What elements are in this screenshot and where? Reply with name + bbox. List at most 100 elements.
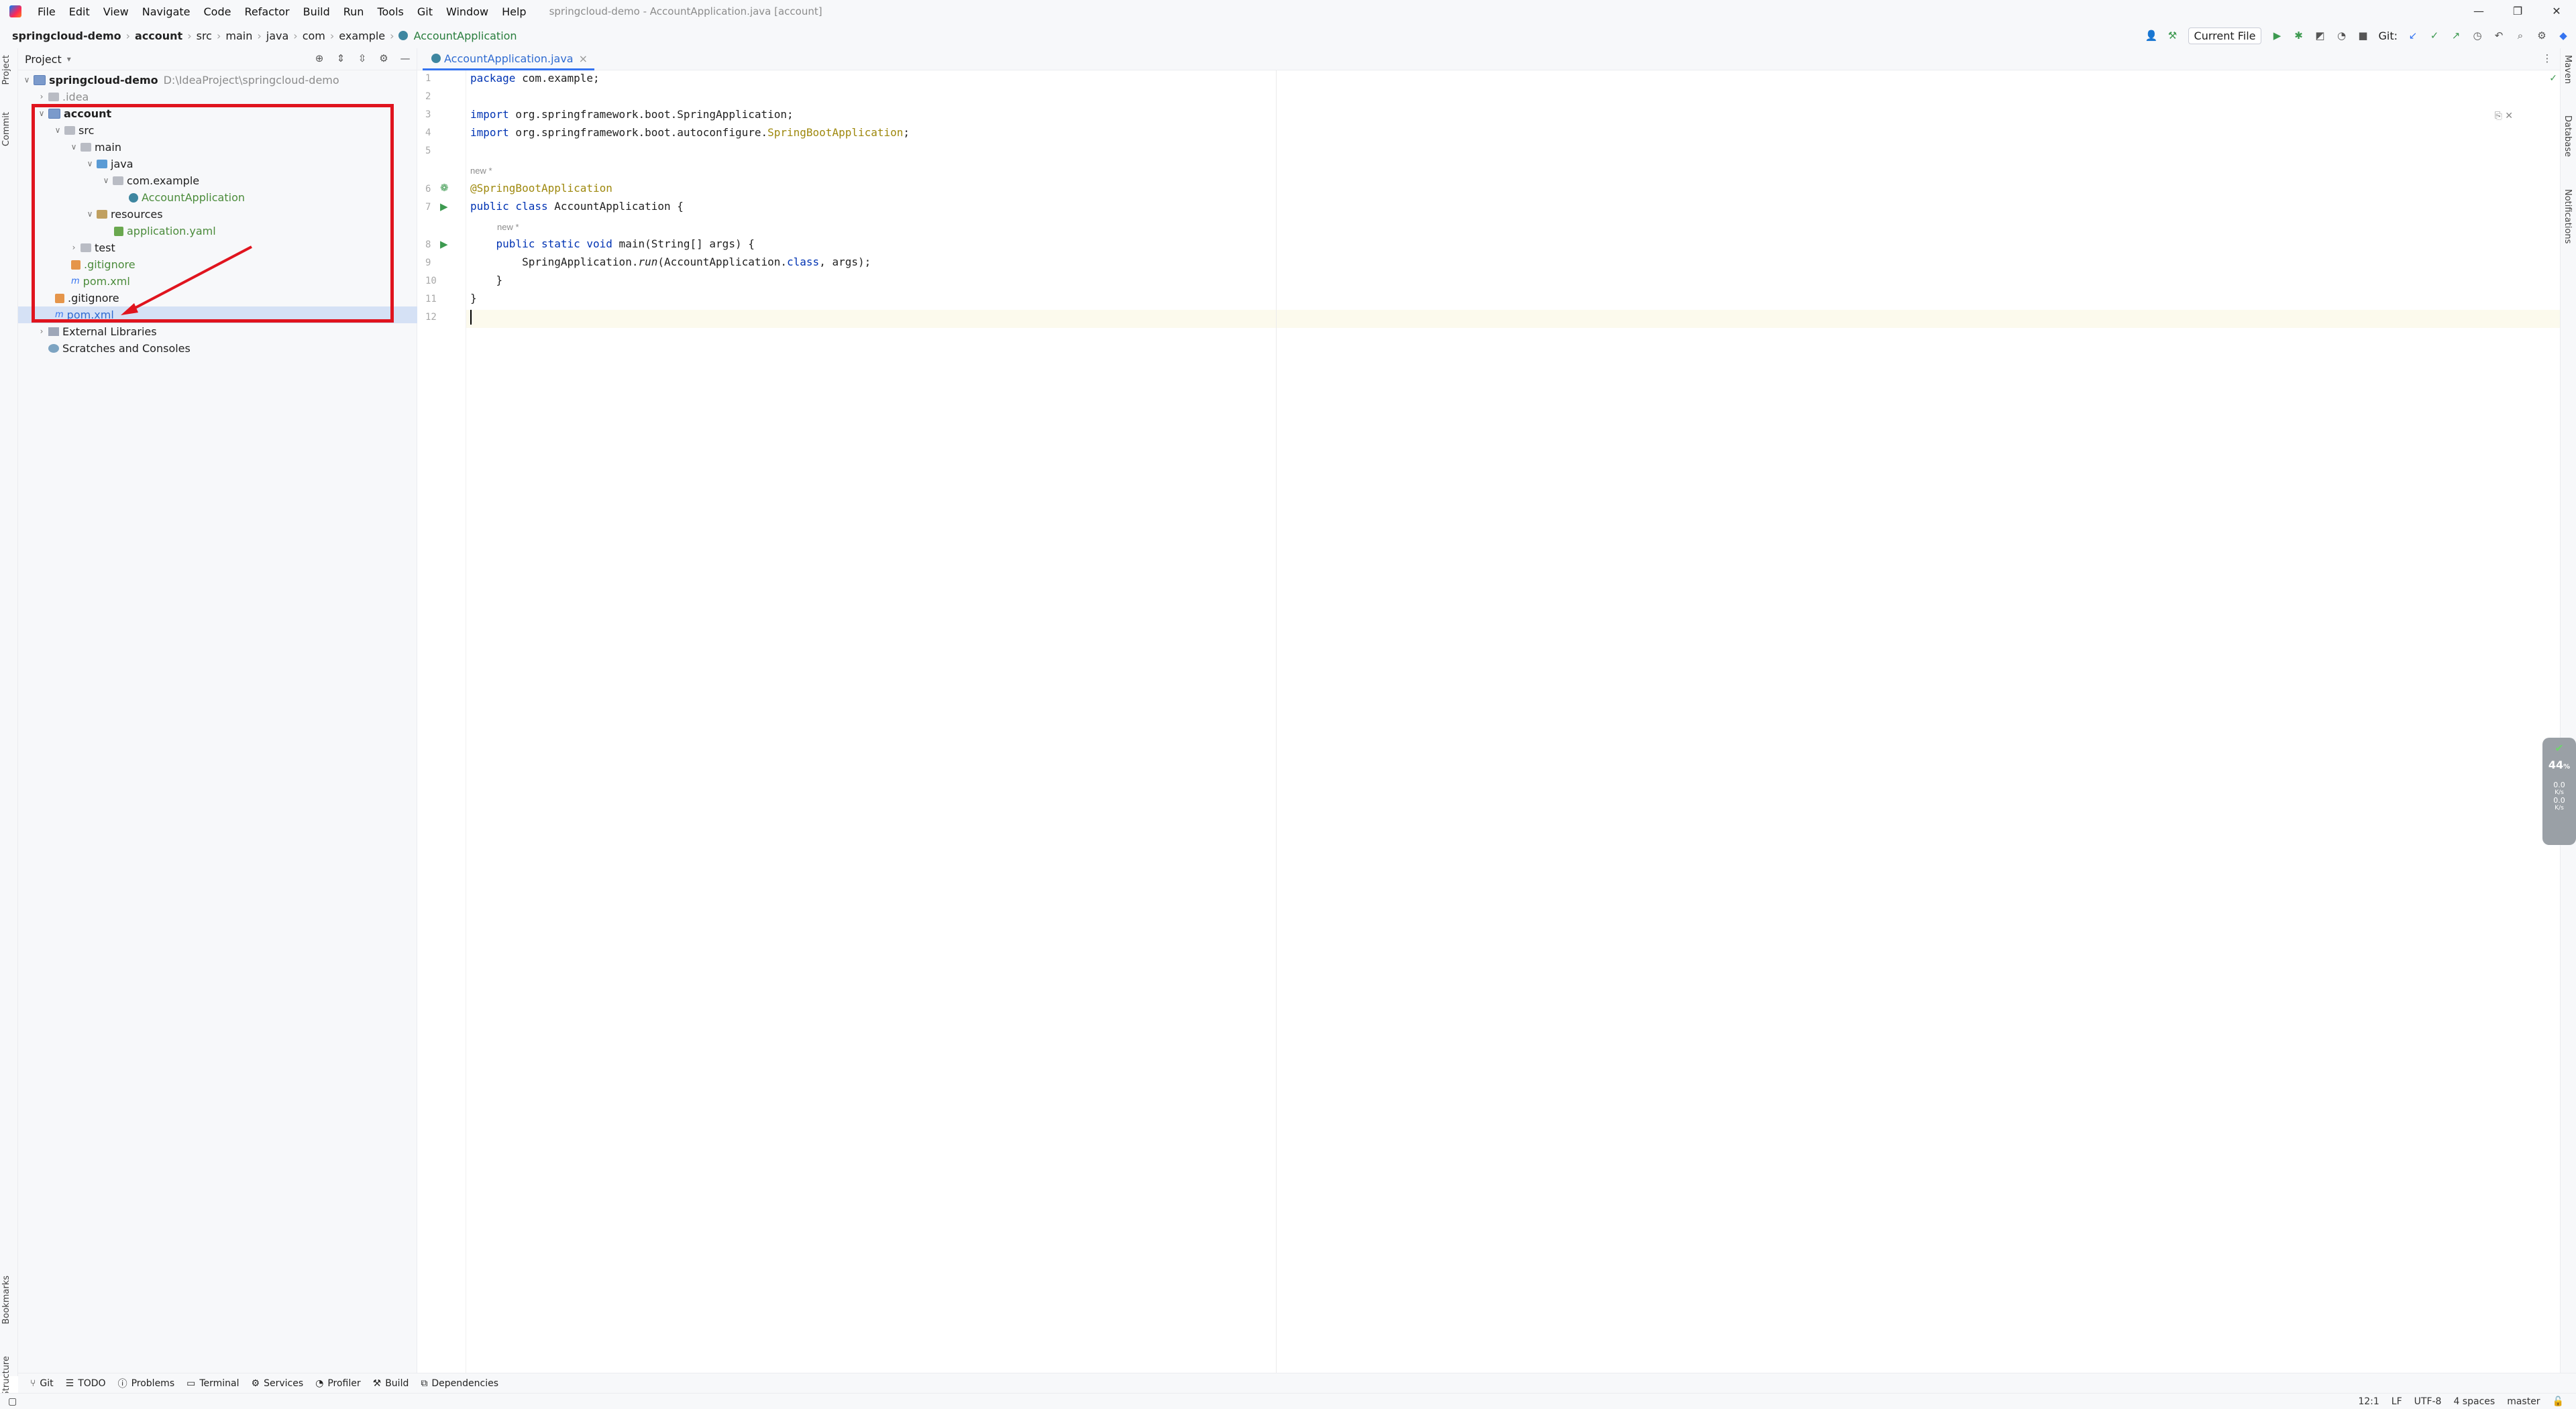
code-vision-hint[interactable]: new * (470, 166, 492, 176)
tree-item-idea[interactable]: › .idea (18, 89, 89, 105)
options-gear-icon[interactable]: ⚙ (378, 52, 390, 64)
download-unit: K/s (2555, 805, 2564, 811)
run-icon[interactable]: ▶ (2271, 30, 2283, 42)
tree-item-external-libraries[interactable]: › External Libraries (18, 323, 157, 340)
menu-build[interactable]: Build (297, 5, 337, 18)
menu-file[interactable]: File (31, 5, 62, 18)
indent-setting[interactable]: 4 spaces (2453, 1396, 2495, 1407)
hide-panel-icon[interactable]: — (399, 52, 411, 64)
settings-gear-icon[interactable]: ⚙ (2536, 30, 2548, 42)
tool-tab-maven[interactable]: Maven (2563, 55, 2573, 84)
tool-window-build[interactable]: ⚒ Build (373, 1378, 409, 1389)
run-class-icon[interactable]: ▶ (440, 201, 448, 213)
breadcrumb-com[interactable]: com (300, 30, 328, 42)
git-branch[interactable]: master (2507, 1396, 2540, 1407)
more-tabs-icon[interactable]: ⋮ (2541, 52, 2553, 64)
spring-bean-icon[interactable]: ❁ (440, 182, 449, 194)
left-tool-stripe: Project Commit Bookmarks Structure (0, 48, 18, 1396)
chevron-down-icon[interactable]: ▾ (67, 54, 71, 64)
menu-code[interactable]: Code (197, 5, 238, 18)
debug-icon[interactable]: ✱ (2292, 30, 2304, 42)
user-icon[interactable]: 👤 (2145, 30, 2158, 42)
tool-tab-bookmarks[interactable]: Bookmarks (1, 1276, 11, 1325)
tool-window-problems[interactable]: ⓘ Problems (118, 1377, 175, 1390)
menu-window[interactable]: Window (439, 5, 495, 18)
tree-item-springcloud-demo[interactable]: ∨ springcloud-demo D:\IdeaProject\spring… (18, 72, 339, 89)
tool-window-services[interactable]: ⚙ Services (252, 1378, 304, 1389)
caret-position[interactable]: 12:1 (2358, 1396, 2379, 1407)
menu-edit[interactable]: Edit (62, 5, 97, 18)
editor-gutter: 1 2 3 4 5 6 ❁ 7 ▶ 8 ▶ 9 10 11 12 (417, 70, 466, 1373)
git-push-icon[interactable]: ↗ (2450, 30, 2462, 42)
minimize-button[interactable]: — (2459, 0, 2498, 23)
menu-refactor[interactable]: Refactor (237, 5, 296, 18)
chevron-down-icon[interactable]: ∨ (22, 72, 32, 89)
menu-tools[interactable]: Tools (370, 5, 410, 18)
tool-window-terminal[interactable]: ▭ Terminal (186, 1378, 239, 1389)
right-tool-stripe: Maven Database Notifications (2560, 48, 2576, 1373)
chevron-right-icon[interactable]: › (37, 89, 46, 105)
tool-tab-structure[interactable]: Structure (1, 1356, 11, 1396)
performance-widget[interactable]: ✔ 44% 0.0 K/s 0.0 K/s (2542, 738, 2576, 845)
status-toggle-icon[interactable]: ▢ (8, 1396, 17, 1407)
breadcrumb-project[interactable]: springcloud-demo (9, 30, 124, 42)
terminal-icon: ▭ (186, 1378, 196, 1389)
breadcrumb-java[interactable]: java (264, 30, 292, 42)
expand-all-icon[interactable]: ⇕ (335, 52, 347, 64)
menu-run[interactable]: Run (337, 5, 371, 18)
tree-item-scratches[interactable]: Scratches and Consoles (18, 340, 191, 357)
git-rollback-icon[interactable]: ↶ (2493, 30, 2505, 42)
restore-button[interactable]: ❐ (2498, 0, 2537, 23)
breadcrumb-example[interactable]: example (336, 30, 388, 42)
code-vision-hint[interactable]: new * (497, 222, 519, 232)
build-hammer-icon[interactable]: ⚒ (2167, 30, 2179, 42)
git-update-icon[interactable]: ↙ (2407, 30, 2419, 42)
menu-navigate[interactable]: Navigate (136, 5, 197, 18)
chevron-right-icon[interactable]: › (37, 323, 46, 340)
close-window-button[interactable]: ✕ (2537, 0, 2576, 23)
run-main-icon[interactable]: ▶ (440, 238, 448, 250)
code-line-4: import org.springframework.boot.autoconf… (470, 126, 910, 139)
tool-window-todo[interactable]: ☰ TODO (66, 1378, 106, 1389)
menu-help[interactable]: Help (495, 5, 533, 18)
breadcrumb-class[interactable]: AccountApplication (411, 30, 520, 42)
collapse-all-icon[interactable]: ⇳ (356, 52, 368, 64)
menu-view[interactable]: View (97, 5, 136, 18)
tool-tab-database[interactable]: Database (2563, 115, 2573, 157)
code-line-3: import org.springframework.boot.SpringAp… (470, 108, 794, 121)
menu-git[interactable]: Git (411, 5, 439, 18)
project-view-title[interactable]: Project (25, 53, 62, 66)
tool-tab-project[interactable]: Project (1, 55, 11, 84)
line-separator[interactable]: LF (2392, 1396, 2402, 1407)
search-icon[interactable]: ⌕ (2514, 30, 2526, 42)
file-encoding[interactable]: UTF-8 (2414, 1396, 2442, 1407)
inspection-ok-icon[interactable]: ✓ (2549, 73, 2557, 84)
breadcrumb-module[interactable]: account (132, 30, 185, 42)
code-editor[interactable]: package com.example; import org.springfr… (466, 70, 2560, 1373)
reader-mode-icon[interactable]: ⎘ ✕ (2495, 111, 2513, 121)
tool-window-git[interactable]: ⑂ Git (30, 1378, 54, 1389)
tool-window-dependencies[interactable]: ⧉ Dependencies (421, 1378, 498, 1389)
line-number: 1 (425, 73, 431, 84)
menu-bar: File Edit View Navigate Code Refactor Bu… (0, 0, 2576, 23)
lock-icon[interactable]: 🔓 (2553, 1396, 2564, 1407)
editor-tab-bar: AccountApplication.java × ⋮ (417, 48, 2560, 70)
plugin-icon[interactable]: ◆ (2557, 30, 2569, 42)
breadcrumb-src[interactable]: src (194, 30, 215, 42)
coverage-icon[interactable]: ◩ (2314, 30, 2326, 42)
tool-tab-commit[interactable]: Commit (1, 112, 11, 146)
scratches-icon (48, 344, 59, 353)
git-commit-icon[interactable]: ✓ (2428, 30, 2440, 42)
close-tab-icon[interactable]: × (579, 52, 588, 65)
stop-icon[interactable]: ■ (2357, 30, 2369, 42)
more-run-icon[interactable]: ◔ (2335, 30, 2347, 42)
services-icon: ⚙ (251, 1378, 260, 1389)
git-history-icon[interactable]: ◷ (2471, 30, 2483, 42)
editor-tab-accountapplication[interactable]: AccountApplication.java × (423, 48, 595, 70)
tool-window-profiler[interactable]: ◔ Profiler (315, 1378, 361, 1389)
breadcrumb-main[interactable]: main (223, 30, 255, 42)
locate-icon[interactable]: ⊕ (313, 52, 325, 64)
run-config-select[interactable]: Current File (2188, 27, 2262, 44)
tool-tab-notifications[interactable]: Notifications (2563, 189, 2573, 243)
project-panel-header: Project ▾ ⊕ ⇕ ⇳ ⚙ — (18, 48, 417, 70)
